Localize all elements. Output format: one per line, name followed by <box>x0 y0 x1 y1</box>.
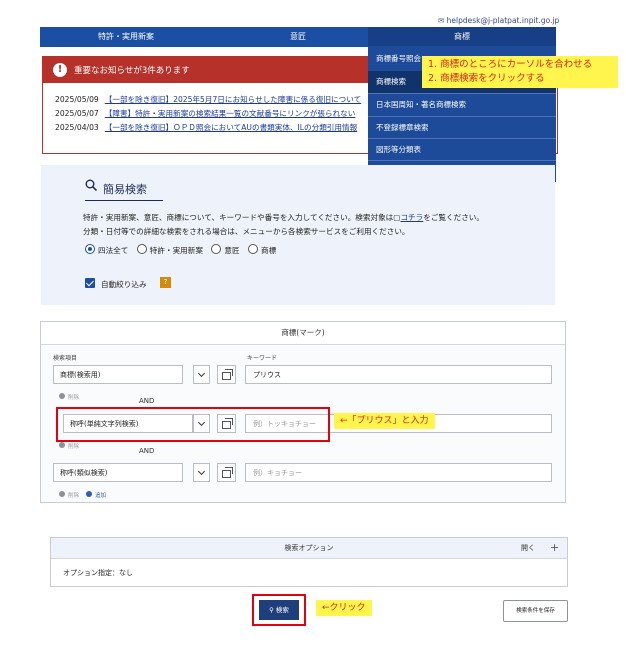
remove-row-icon[interactable] <box>59 491 65 497</box>
field-select[interactable]: 商標(検索用) <box>53 365 183 384</box>
helpdesk-link[interactable]: ✉ helpdesk@j-platpat.inpit.go.jp <box>438 16 559 25</box>
auto-narrow-label: 自動絞り込み <box>101 280 147 289</box>
search-options-panel: 検索オプション 開く + オプション指定：なし <box>50 537 568 587</box>
save-conditions-button[interactable]: 検索条件を保存 <box>503 600 568 622</box>
news-item: 2025/05/07 【障害】特許・実用新案の検索結果一覧の文献番号にリンクが張ら… <box>55 109 356 118</box>
click-callout: ←クリック <box>316 600 372 616</box>
field-select[interactable]: 称呼(類似検索) <box>53 463 183 482</box>
instruction-callout: 1. 商標のところにカーソルを合わせる 2. 商標検索をクリックする <box>422 56 618 88</box>
simple-search-title: 簡易検索 <box>103 183 147 196</box>
plus-icon[interactable]: + <box>550 538 559 558</box>
options-summary: オプション指定：なし <box>63 569 133 577</box>
highlight-box-keyword <box>56 407 330 442</box>
search-icon <box>85 179 97 191</box>
chevron-down-icon[interactable] <box>193 365 210 384</box>
news-link[interactable]: 【一部を除き復旧】ＯＰＤ照会においてAUの書類実体、ILの分類引用情報 <box>105 123 357 132</box>
keyword-input[interactable]: 例）キョチョー <box>245 463 552 482</box>
simple-search-panel: 簡易検索 特許・実用新案、意匠、商標について、キーワードや番号を入力してください… <box>41 165 555 305</box>
kochira-link[interactable]: コチラ <box>400 213 423 222</box>
auto-narrow-checkbox[interactable] <box>85 278 95 288</box>
and-label: AND <box>139 397 155 405</box>
menu-item-figure-classification[interactable]: 図形等分類表 <box>368 138 556 160</box>
radio-all-laws[interactable] <box>85 244 95 254</box>
simple-search-description-2: 分類・日付等での詳細な検索をされる場合は、メニューから各検索サービスをご利用くだ… <box>83 227 410 236</box>
options-open-button[interactable]: 開く <box>521 538 535 558</box>
copy-icon[interactable] <box>217 365 236 384</box>
field-label: 検索項目 <box>53 355 78 362</box>
radio-trademark[interactable] <box>247 244 258 254</box>
remove-row-label: 削除 <box>68 395 80 401</box>
keyword-label: キーワード <box>247 355 278 362</box>
and-label: AND <box>139 447 155 455</box>
form-title: 商標(マーク) <box>41 322 565 345</box>
options-title: 検索オプション <box>51 538 567 559</box>
menu-item-famous-trademark[interactable]: 日本国周知・著名商標検索 <box>368 93 556 115</box>
news-link[interactable]: 【一部を除き復旧】2025年5月7日にお知らせした障害に係る復旧について <box>105 95 361 104</box>
help-icon[interactable]: ? <box>160 277 171 288</box>
mail-icon: ✉ <box>438 16 447 25</box>
nav-design[interactable]: 意匠 <box>212 27 384 47</box>
radio-design[interactable] <box>211 244 222 254</box>
input-callout: ←「プリウス」と入力 <box>334 413 435 429</box>
news-item: 2025/04/03 【一部を除き復旧】ＯＰＤ照会においてAUの書類実体、ILの分… <box>55 123 358 132</box>
chevron-down-icon[interactable] <box>193 463 210 482</box>
exclamation-icon: ! <box>53 63 67 77</box>
simple-search-description: 特許・実用新案、意匠、商標について、キーワードや番号を入力してください。検索対象… <box>83 213 484 222</box>
highlight-box-search <box>252 594 306 626</box>
remove-row-label: 削除 <box>68 493 80 499</box>
news-link[interactable]: 【障害】特許・実用新案の検索結果一覧の文献番号にリンクが張られない <box>105 109 356 118</box>
notice-title: 重要なお知らせが3件あります <box>74 66 190 76</box>
menu-item-unregistrable-mark[interactable]: 不登録標章検索 <box>368 116 556 138</box>
copy-icon[interactable] <box>217 463 236 482</box>
radio-patent[interactable] <box>136 244 147 254</box>
nav-trademark[interactable]: 商標 <box>368 27 556 47</box>
top-nav: 特許・実用新案 意匠 商標 <box>40 27 556 47</box>
add-row-icon[interactable] <box>86 491 92 497</box>
remove-row-icon[interactable] <box>59 442 65 448</box>
nav-patent[interactable]: 特許・実用新案 <box>40 27 212 47</box>
keyword-input[interactable]: プリウス <box>245 365 552 384</box>
add-row-label: 追加 <box>95 493 107 499</box>
law-radio-group: 四法全て 特許・実用新案 意匠 商標 <box>85 244 282 256</box>
news-item: 2025/05/09 【一部を除き復旧】2025年5月7日にお知らせした障害に係る… <box>55 95 362 104</box>
title-underline <box>85 200 163 201</box>
remove-row-icon[interactable] <box>59 393 65 399</box>
remove-row-label: 削除 <box>68 444 80 450</box>
